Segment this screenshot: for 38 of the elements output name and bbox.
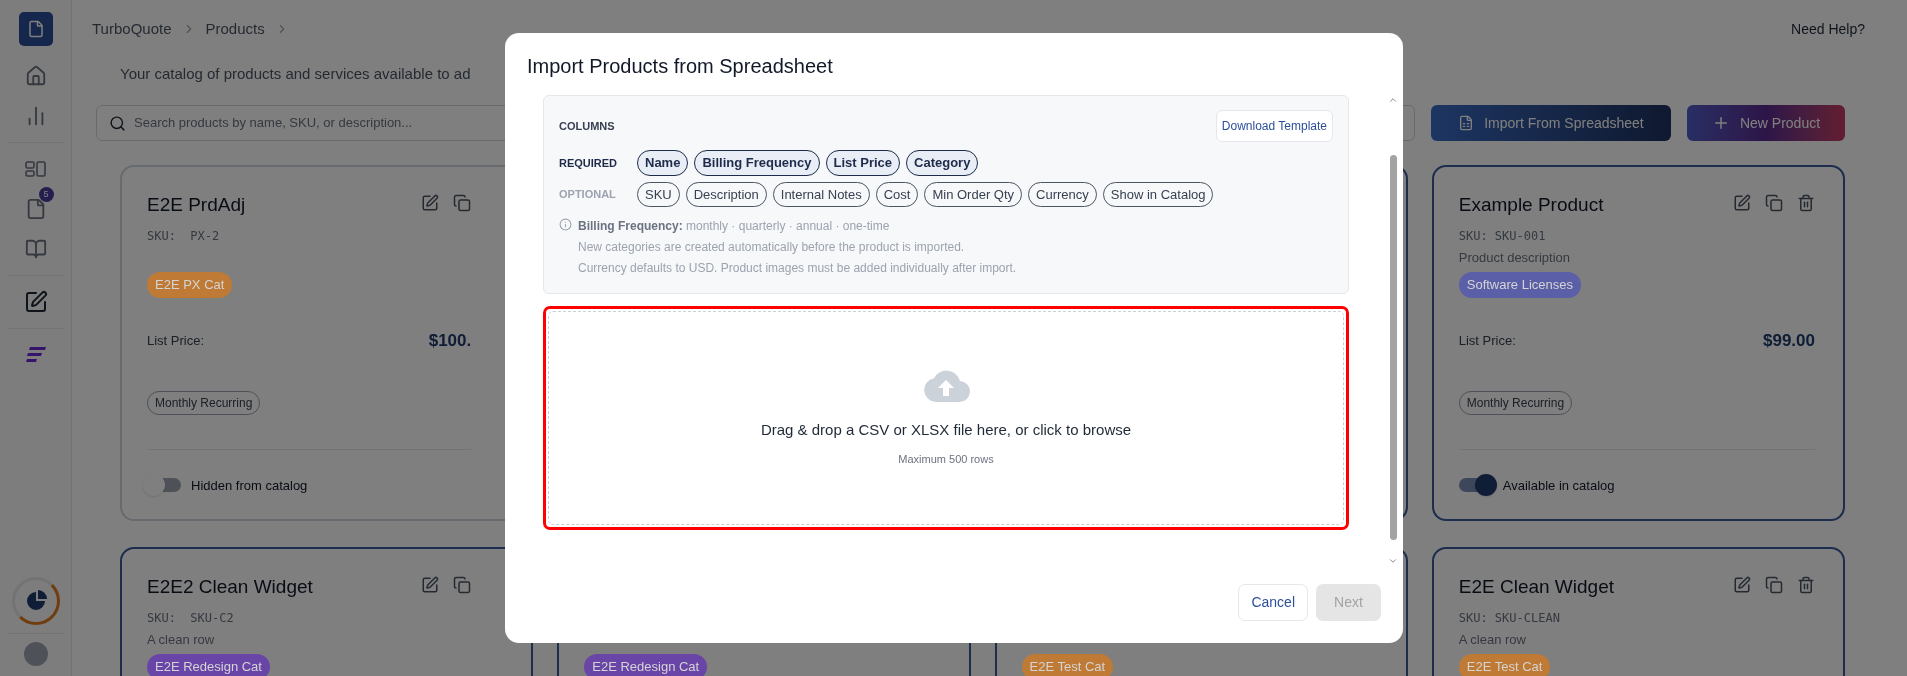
price-label: List Price:	[147, 332, 205, 350]
product-title: Example Product	[1458, 193, 1604, 217]
category-tag: E2E Redesign Cat	[584, 654, 708, 676]
notification-badge: 5	[38, 187, 54, 202]
dropzone-text: Drag & drop a CSV or XLSX file here, or click to browse	[760, 419, 1132, 440]
catalog-status: Hidden from catalog	[191, 476, 308, 495]
sku-text: SKU: PX-2	[147, 229, 220, 243]
product-title: E2E PrdAdj	[147, 193, 246, 217]
catalog-status: Available in catalog	[1502, 476, 1615, 495]
category-tag: E2E Test Cat	[1458, 654, 1551, 676]
required-column-chip: Billing Frequency	[694, 150, 820, 176]
dialog-title: Import Products from Spreadsheet	[526, 54, 834, 79]
product-description: A clean row	[147, 632, 215, 647]
price-value: $100.	[428, 330, 472, 352]
sku-text: SKU: SKU-C2	[147, 611, 234, 625]
required-column-chip: Name	[637, 150, 689, 176]
product-description: A clean row	[1458, 632, 1526, 647]
sku-text: SKU: SKU-001	[1458, 229, 1546, 243]
sku-text: SKU: SKU-CLEAN	[1458, 611, 1560, 625]
required-column-chip: Category	[906, 150, 979, 176]
note-text: New categories are created automatically before the product is imported.	[578, 239, 966, 256]
page-subtitle: Your catalog of products and services available to ad	[120, 63, 471, 84]
optional-label: OPTIONAL	[559, 187, 617, 202]
product-title: E2E Clean Widget	[1458, 575, 1614, 599]
dropzone-hint: Maximum 500 rows	[898, 452, 994, 467]
category-tag: E2E Test Cat	[1021, 654, 1114, 676]
product-title: E2E2 Clean Widget	[147, 575, 313, 599]
required-column-chip: List Price	[825, 150, 901, 176]
category-tag: Software Licenses	[1458, 272, 1581, 298]
category-tag: E2E PX Cat	[147, 272, 233, 298]
section-heading: COLUMNS	[559, 118, 615, 134]
required-label: REQUIRED	[559, 155, 619, 171]
note-text: Currency defaults to USD. Product images must be added individually after import.	[578, 260, 1017, 277]
note-text: Billing Frequency: monthly · quarterly · annual · one-time	[578, 218, 891, 235]
price-label: List Price:	[1458, 332, 1516, 350]
price-value: $99.00	[1763, 330, 1815, 352]
product-description: Product description	[1458, 250, 1571, 265]
category-tag: E2E Redesign Cat	[147, 654, 270, 676]
